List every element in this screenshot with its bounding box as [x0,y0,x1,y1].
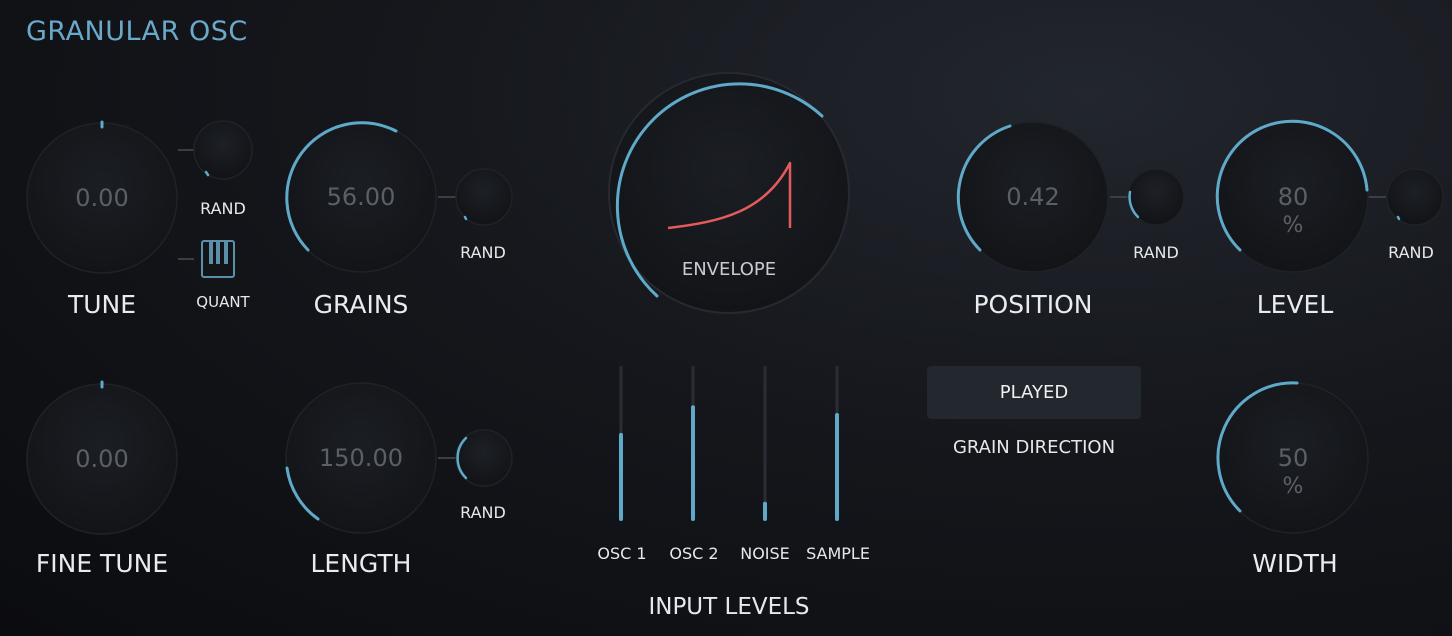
fine-tune-value: 0.00 [75,445,129,473]
input-levels-label: INPUT LEVELS [648,594,810,620]
tune-rand-label: RAND [200,199,246,218]
level-value: 80 [1277,183,1309,211]
grains-rand-indicator [463,215,468,221]
piano-black-key [216,242,220,264]
tune-rand-knob[interactable] [193,120,253,180]
tune-value: 0.00 [75,184,129,212]
grain-direction-label: GRAIN DIRECTION [952,437,1116,458]
channel-label-sample: SAMPLE [806,544,870,563]
position-value: 0.42 [1006,183,1060,211]
level-rand-indicator [1396,215,1401,221]
width-value: 50 [1277,444,1309,472]
level-label: LEVEL [1256,290,1334,319]
grains-value: 56.00 [326,183,396,211]
position-label: POSITION [973,290,1093,319]
piano-black-key [209,242,213,264]
quant-label: QUANT [196,293,250,311]
length-rand-label: RAND [460,503,506,522]
level-rand-label: RAND [1388,243,1434,262]
width-unit: % [1282,474,1304,499]
length-value: 150.00 [319,444,403,472]
grains-label: GRAINS [313,290,409,319]
quantize-piano-icon[interactable] [201,240,235,278]
width-label: WIDTH [1252,549,1338,578]
fine-tune-label: FINE TUNE [35,549,169,578]
channel-label-osc1: OSC 1 [597,544,647,563]
piano-black-key [224,242,228,264]
grain-direction-button[interactable]: PLAYED [927,366,1141,419]
channel-label-osc2: OSC 2 [669,544,719,563]
level-unit: % [1282,213,1304,238]
position-rand-label: RAND [1133,243,1179,262]
grains-rand-label: RAND [460,243,506,262]
level-rand-knob[interactable] [1386,168,1444,226]
granular-osc-panel: GRANULAR OSC 0.00 0.00 56.00 150.00 0.42… [0,0,1452,636]
tune-rand-indicator [204,170,210,177]
channel-label-noise: NOISE [740,544,790,563]
length-label: LENGTH [310,549,412,578]
envelope-label: ENVELOPE [681,259,777,280]
